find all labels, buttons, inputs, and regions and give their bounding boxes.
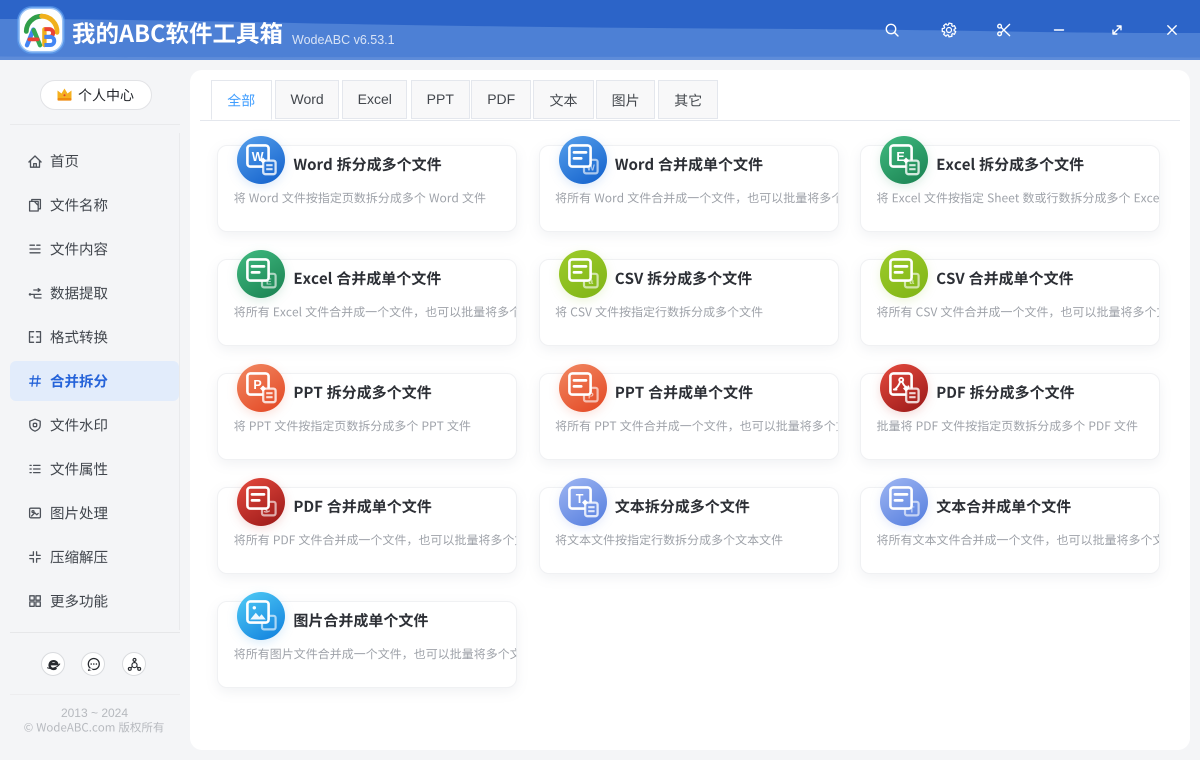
svg-text:P: P (254, 378, 262, 392)
svg-text:T: T (576, 492, 584, 506)
svg-text:E: E (897, 150, 905, 164)
